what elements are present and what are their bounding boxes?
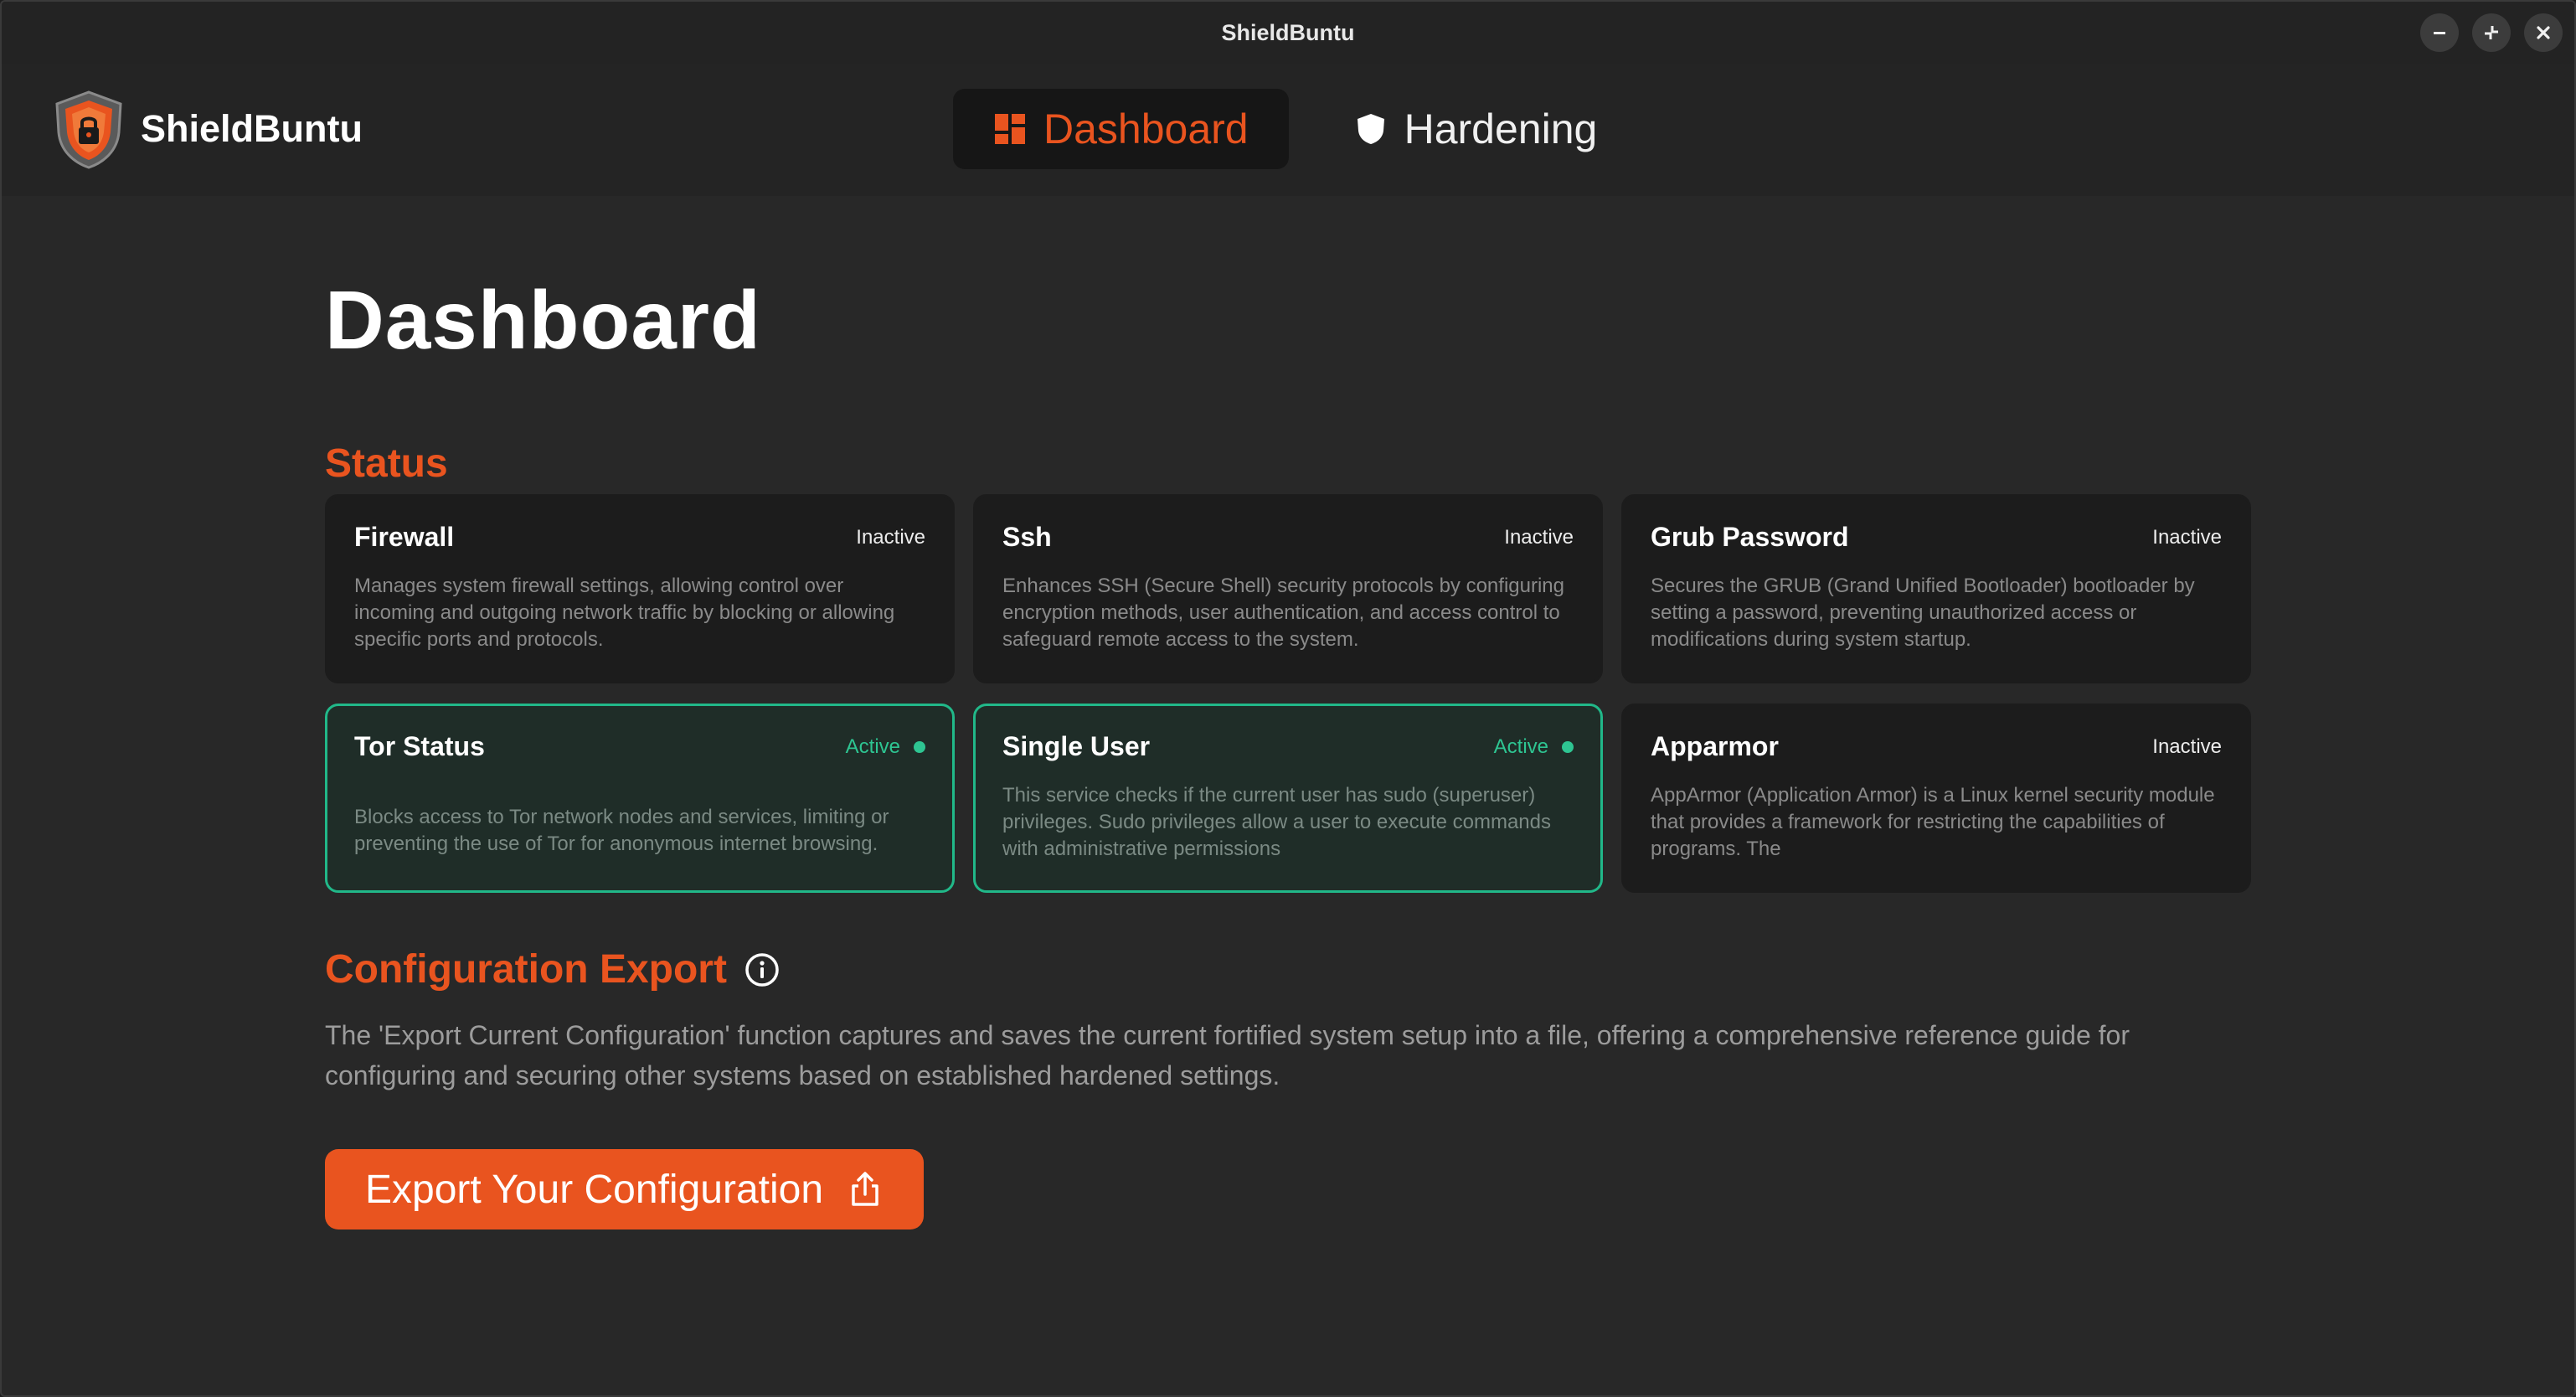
card-description: Secures the GRUB (Grand Unified Bootload… bbox=[1651, 575, 2195, 651]
status-text: Inactive bbox=[1504, 525, 1574, 549]
main-nav: Dashboard Hardening bbox=[953, 89, 1637, 169]
card-description: Enhances SSH (Secure Shell) security pro… bbox=[1002, 575, 1564, 651]
status-badge: Inactive bbox=[856, 526, 925, 549]
card-title: Apparmor bbox=[1651, 731, 1779, 761]
status-card-tor-status[interactable]: Tor Status Active Blocks access to Tor n… bbox=[325, 704, 955, 893]
restore-button[interactable] bbox=[2472, 13, 2511, 52]
card-title: Firewall bbox=[354, 522, 455, 552]
export-button-label: Export Your Configuration bbox=[365, 1167, 824, 1212]
status-text: Inactive bbox=[2152, 525, 2222, 549]
status-section-title: Status bbox=[325, 441, 448, 486]
status-card-grub-password[interactable]: Grub Password Inactive Secures the GRUB … bbox=[1621, 494, 2251, 683]
card-description: This service checks if the current user … bbox=[1002, 784, 1551, 860]
status-text: Inactive bbox=[2152, 735, 2222, 758]
shield-lock-logo-icon bbox=[55, 90, 122, 169]
card-title: Grub Password bbox=[1651, 522, 1849, 552]
card-description: Manages system firewall settings, allowi… bbox=[354, 575, 895, 651]
status-badge: Inactive bbox=[2152, 735, 2222, 759]
nav-dashboard[interactable]: Dashboard bbox=[953, 89, 1289, 169]
status-cards: Firewall Inactive Manages system firewal… bbox=[325, 494, 2254, 893]
nav-hardening[interactable]: Hardening bbox=[1314, 89, 1638, 169]
status-text: Active bbox=[845, 735, 900, 758]
status-card-firewall[interactable]: Firewall Inactive Manages system firewal… bbox=[325, 494, 955, 683]
export-configuration-button[interactable]: Export Your Configuration bbox=[325, 1149, 925, 1229]
app-name: ShieldBuntu bbox=[141, 107, 363, 150]
title-bar: ShieldBuntu bbox=[2, 2, 2574, 64]
status-badge: Active bbox=[1494, 735, 1574, 759]
status-card-apparmor[interactable]: Apparmor Inactive AppArmor (Application … bbox=[1621, 704, 2251, 893]
card-title: Tor Status bbox=[354, 731, 485, 761]
status-text: Inactive bbox=[856, 525, 925, 549]
export-section-title: Configuration Export bbox=[325, 947, 727, 992]
close-button[interactable] bbox=[2524, 13, 2563, 52]
minimize-icon bbox=[2434, 32, 2445, 34]
close-icon bbox=[2537, 26, 2550, 39]
restore-icon bbox=[2485, 26, 2498, 39]
status-badge: Inactive bbox=[2152, 526, 2222, 549]
card-title: Ssh bbox=[1002, 522, 1052, 552]
shield-icon bbox=[1357, 114, 1384, 144]
card-description: Blocks access to Tor network nodes and s… bbox=[354, 806, 889, 855]
card-description: AppArmor (Application Armor) is a Linux … bbox=[1651, 784, 2215, 860]
grid-icon bbox=[995, 114, 1025, 144]
brand[interactable]: ShieldBuntu bbox=[52, 89, 363, 169]
minimize-button[interactable] bbox=[2420, 13, 2459, 52]
status-badge: Active bbox=[846, 735, 925, 759]
app-window: ShieldBuntu ShieldBuntu Dashboard Harden… bbox=[0, 0, 2576, 1397]
nav-dashboard-label: Dashboard bbox=[1043, 106, 1249, 152]
status-dot-icon bbox=[1562, 740, 1574, 753]
info-icon[interactable] bbox=[744, 951, 781, 988]
window-title: ShieldBuntu bbox=[1221, 19, 1355, 45]
status-dot-icon bbox=[914, 740, 925, 753]
status-badge: Inactive bbox=[1504, 526, 1574, 549]
export-description: The 'Export Current Configuration' funct… bbox=[325, 1020, 2130, 1090]
page-title: Dashboard bbox=[325, 274, 761, 366]
status-card-single-user[interactable]: Single User Active This service checks i… bbox=[973, 704, 1603, 893]
window-controls bbox=[2420, 13, 2563, 52]
export-section-header: Configuration Export bbox=[325, 946, 781, 992]
status-card-ssh[interactable]: Ssh Inactive Enhances SSH (Secure Shell)… bbox=[973, 494, 1603, 683]
share-upload-icon bbox=[852, 1172, 878, 1206]
status-text: Active bbox=[1493, 735, 1548, 758]
app-header: ShieldBuntu Dashboard Hardening bbox=[2, 64, 2574, 196]
nav-hardening-label: Hardening bbox=[1404, 106, 1598, 152]
card-title: Single User bbox=[1002, 731, 1151, 761]
